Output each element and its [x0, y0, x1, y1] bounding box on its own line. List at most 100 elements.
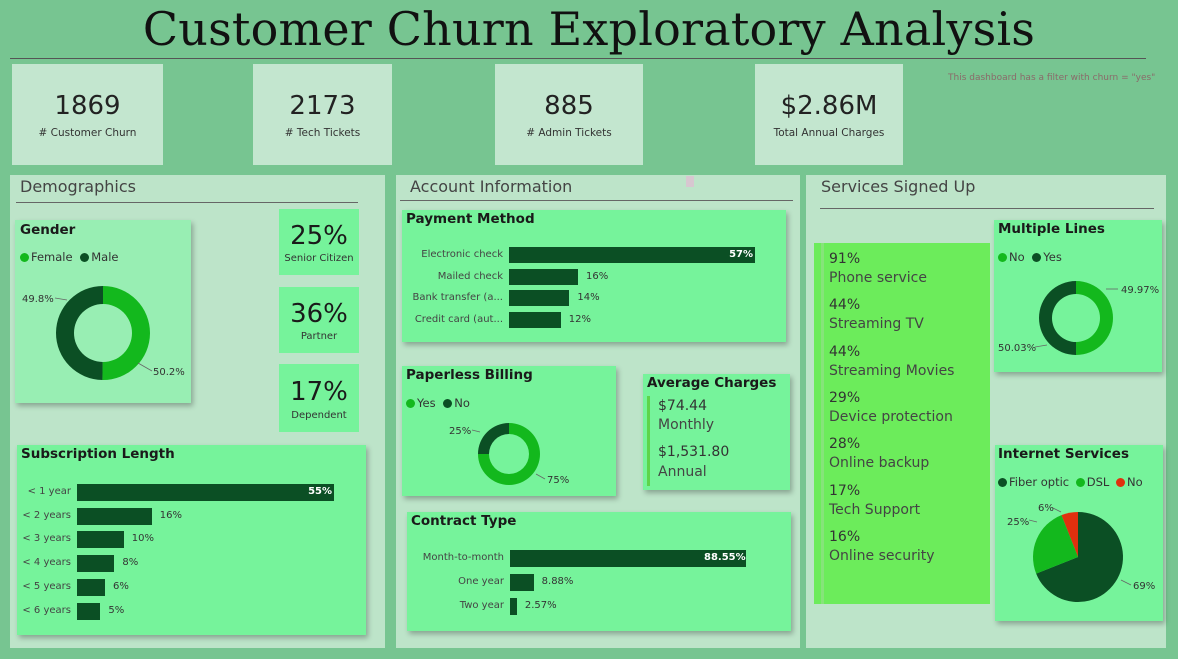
service-name: Device protection [829, 408, 953, 425]
bar-row[interactable]: Electronic check 57% [402, 247, 786, 264]
kpi-admin-tickets[interactable]: 885 # Admin Tickets [495, 64, 643, 165]
yes-slice[interactable] [1039, 281, 1077, 355]
gender-donut: 49.8% 50.2% [22, 286, 185, 380]
service-item: 28% Online backup [829, 436, 929, 471]
bar-data-label: 16% [159, 509, 182, 521]
service-item: 91% Phone service [829, 251, 927, 286]
stat-value: 17% [290, 377, 348, 407]
demographics-divider [16, 202, 358, 203]
bar[interactable] [509, 311, 561, 328]
bar-category-label: < 4 years [22, 557, 71, 569]
payment-method-card[interactable]: Payment Method Electronic check 57% Mailed… [402, 210, 786, 342]
service-item: 29% Device protection [829, 390, 953, 425]
bar-data-label: 8.88% [541, 576, 574, 587]
service-percent: 29% [829, 389, 861, 406]
no-data-label: 49.97% [1121, 285, 1159, 296]
service-item: 44% Streaming Movies [829, 344, 954, 379]
service-item: 44% Streaming TV [829, 297, 924, 332]
fiber-data-label: 69% [1133, 581, 1155, 592]
bar[interactable] [77, 484, 334, 501]
dependent-stat[interactable]: 17% Dependent [279, 364, 359, 432]
kpi-customer-churn[interactable]: 1869 # Customer Churn [12, 64, 163, 165]
services-list-card[interactable]: 91% Phone service 44% Streaming TV 44% Stream… [814, 243, 990, 604]
bar-row[interactable]: Month-to-month 88.55% [407, 550, 791, 567]
bar-row[interactable]: Bank transfer (a... 14% [402, 290, 786, 307]
filter-note: This dashboard has a filter with churn =… [948, 73, 1156, 83]
male-slice[interactable] [56, 286, 103, 380]
bar[interactable] [509, 290, 570, 306]
kpi-tech-tickets[interactable]: 2173 # Tech Tickets [253, 64, 392, 165]
stat-label: Partner [300, 331, 338, 342]
subscription-length-card[interactable]: Subscription Length < 1 year 55% < 2 years… [17, 445, 366, 635]
bar-data-label: 57% [729, 249, 753, 260]
bar[interactable] [77, 578, 106, 596]
bar-row[interactable]: < 1 year 55% [17, 484, 366, 501]
scroll-marker [686, 176, 694, 187]
bar-category-label: < 3 years [22, 533, 71, 545]
bar[interactable] [77, 507, 152, 525]
bar-category-label: Two year [459, 600, 504, 611]
yes-data-label: 75% [547, 475, 569, 486]
kpi-value: 885 [544, 91, 594, 121]
internet-services-card[interactable]: Internet Services Fiber optic DSL No 6% … [995, 445, 1163, 621]
female-leader-line [137, 362, 153, 372]
monthly-charge-value: $74.44 [658, 398, 707, 414]
bar[interactable] [77, 555, 115, 573]
bar[interactable] [510, 598, 517, 615]
annual-charge-value: $1,531.80 [658, 444, 730, 460]
bar-row[interactable]: < 5 years 6% [17, 578, 366, 596]
page-title: Customer Churn Exploratory Analysis [142, 2, 1036, 56]
bar-row[interactable]: < 6 years 5% [17, 602, 366, 620]
bar-data-label: 6% [113, 580, 129, 592]
bar-data-label: 10% [131, 533, 154, 545]
male-data-label: 49.8% [22, 294, 54, 305]
no-slice[interactable] [478, 423, 509, 454]
senior-citizen-stat[interactable]: 25% Senior Citizen [279, 209, 359, 275]
bar[interactable] [509, 247, 755, 263]
no-slice[interactable] [1076, 281, 1113, 355]
bar[interactable] [77, 531, 124, 549]
dsl-data-label: 25% [1007, 517, 1029, 528]
kpi-total-annual-charges[interactable]: $2.86M Total Annual Charges [755, 64, 903, 165]
demographics-title: Demographics [20, 177, 136, 196]
partner-stat[interactable]: 36% Partner [279, 287, 359, 353]
bar-row[interactable]: Credit card (aut... 12% [402, 311, 786, 329]
service-percent: 16% [829, 528, 861, 545]
multiple-lines-card[interactable]: Multiple Lines No Yes 49.97% 50.03% [994, 220, 1162, 372]
bar-row[interactable]: < 4 years 8% [17, 555, 366, 573]
contract-type-card[interactable]: Contract Type Month-to-month 88.55% One ye… [407, 512, 791, 631]
bar-category-label: One year [458, 576, 504, 587]
service-name: Tech Support [829, 501, 921, 518]
service-name: Streaming Movies [829, 362, 955, 379]
bar-data-label: 2.57% [524, 600, 557, 611]
stat-label: Senior Citizen [284, 253, 354, 264]
bar-data-label: 16% [586, 270, 609, 282]
fiber-leader-line [1120, 579, 1132, 586]
paperless-donut: 25% 75% [449, 423, 569, 486]
bar-row[interactable]: Mailed check 16% [402, 268, 786, 286]
bar-row[interactable]: < 3 years 10% [17, 531, 366, 549]
service-percent: 44% [829, 297, 861, 314]
bar-category-label: Mailed check [437, 270, 503, 282]
female-data-label: 50.2% [153, 367, 185, 378]
bar-data-label: 88.55% [704, 552, 746, 563]
male-leader-line [54, 297, 68, 301]
paperless-billing-card[interactable]: Paperless Billing Yes No 25% 75% [402, 366, 616, 496]
bar-category-label: Credit card (aut... [414, 313, 503, 325]
account-info-divider [400, 200, 793, 201]
stat-value: 36% [290, 299, 348, 329]
annual-charge-label: Annual [658, 464, 707, 480]
services-accent [821, 243, 824, 604]
bar-row[interactable]: Two year 2.57% [407, 598, 791, 615]
bar-category-label: Electronic check [421, 249, 503, 260]
gender-card[interactable]: Gender Female Male 49.8% 50.2% [15, 220, 191, 403]
no-data-label: 25% [449, 426, 471, 437]
bar[interactable] [509, 268, 579, 285]
average-charges-card[interactable]: Average Charges $74.44 Monthly $1,531.80… [643, 374, 790, 490]
bar[interactable] [77, 602, 101, 620]
bar-row[interactable]: One year 8.88% [407, 574, 791, 591]
stat-value: 25% [290, 221, 348, 251]
bar[interactable] [510, 574, 534, 591]
service-name: Online security [829, 547, 935, 564]
bar-row[interactable]: < 2 years 16% [17, 507, 366, 525]
